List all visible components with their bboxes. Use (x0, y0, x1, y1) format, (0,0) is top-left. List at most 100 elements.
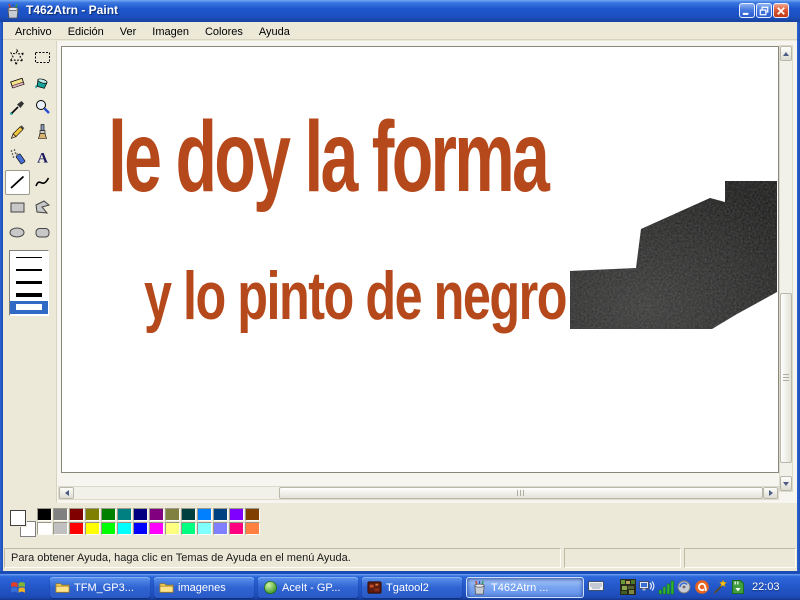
tool-airbrush-button[interactable] (5, 145, 30, 170)
display-signal-tray-icon[interactable] (639, 579, 655, 595)
tool-pick-color-button[interactable] (5, 95, 30, 120)
tool-text-button[interactable]: A (30, 145, 55, 170)
tool-brush-button[interactable] (30, 120, 55, 145)
palette-color-swatch[interactable] (149, 522, 164, 535)
menu-colores[interactable]: Colores (197, 23, 251, 40)
palette-color-swatch[interactable] (133, 522, 148, 535)
palette-color-swatch[interactable] (117, 508, 132, 521)
red-app-icon (367, 580, 382, 595)
menu-imagen[interactable]: Imagen (144, 23, 197, 40)
folder-icon (159, 580, 174, 595)
vertical-scrollbar[interactable] (779, 45, 793, 492)
line-width-option-1[interactable] (10, 251, 48, 264)
tool-free-form-select-button[interactable] (5, 45, 30, 70)
palette-color-swatch[interactable] (213, 522, 228, 535)
volume-tray-icon[interactable] (676, 579, 692, 595)
canvas-text-line-1: le doy la forma (108, 107, 547, 207)
menu-bar: ArchivoEdiciónVerImagenColoresAyuda (3, 22, 797, 40)
palette-color-swatch[interactable] (53, 508, 68, 521)
task-label: T462Atrn ... (491, 582, 548, 594)
tool-select-button[interactable] (30, 45, 55, 70)
pixel-art-tray-icon[interactable] (620, 579, 636, 595)
line-width-option-4[interactable] (10, 289, 48, 302)
magic-wand-tray-icon[interactable] (712, 579, 728, 595)
tool-fill-with-color-button[interactable] (30, 70, 55, 95)
scroll-down-button[interactable] (780, 476, 792, 491)
tool-grid: A (3, 41, 56, 245)
task-label: Tgatool2 (386, 582, 429, 594)
scroll-left-button[interactable] (59, 487, 74, 499)
palette-color-swatch[interactable] (69, 522, 84, 535)
palette-color-swatch[interactable] (69, 508, 84, 521)
tool-curve-button[interactable] (30, 170, 55, 195)
palette-color-swatch[interactable] (181, 508, 196, 521)
canvas-text-line-2: y lo pinto de negro (144, 262, 566, 330)
line-width-option-3[interactable] (10, 276, 48, 289)
molding-shape-texture (570, 181, 777, 329)
scroll-up-button[interactable] (780, 46, 792, 61)
tool-line-button[interactable] (5, 170, 30, 195)
scroll-right-button[interactable] (763, 487, 778, 499)
palette-color-swatch[interactable] (149, 508, 164, 521)
palette-color-swatch[interactable] (245, 508, 260, 521)
tool-rounded-rectangle-button[interactable] (30, 220, 55, 245)
horizontal-scroll-thumb[interactable] (279, 487, 763, 499)
folder-icon (55, 580, 70, 595)
horizontal-scrollbar[interactable] (58, 486, 779, 500)
signal-bars-tray-icon[interactable] (658, 579, 674, 595)
status-help-text: Para obtener Ayuda, haga clic en Temas d… (4, 548, 561, 568)
palette-color-swatch[interactable] (197, 508, 212, 521)
tool-pencil-button[interactable] (5, 120, 30, 145)
taskbar-task-aceit-gp[interactable]: AceIt - GP... (258, 577, 358, 598)
palette-color-swatch[interactable] (165, 508, 180, 521)
tool-rectangle-button[interactable] (5, 195, 30, 220)
window-title: T462Atrn - Paint (26, 3, 118, 17)
taskbar-task-tgatool2[interactable]: Tgatool2 (362, 577, 462, 598)
menu-edicion[interactable]: Edición (60, 23, 112, 40)
current-colors-indicator[interactable] (6, 506, 38, 540)
paint-icon (472, 580, 487, 595)
palette-color-swatch[interactable] (101, 522, 116, 535)
palette-color-swatch[interactable] (181, 522, 196, 535)
drawing-canvas[interactable]: le doy la forma y lo pinto de negro (61, 46, 779, 473)
tool-eraser-button[interactable] (5, 70, 30, 95)
palette-color-swatch[interactable] (101, 508, 116, 521)
tool-magnifier-button[interactable] (30, 95, 55, 120)
canvas-view: le doy la forma y lo pinto de negro (57, 41, 797, 503)
palette-color-swatch[interactable] (85, 508, 100, 521)
palette-color-swatch[interactable] (165, 522, 180, 535)
title-bar: T462Atrn - Paint (0, 0, 800, 22)
palette-color-swatch[interactable] (229, 508, 244, 521)
start-button[interactable] (9, 578, 27, 596)
line-width-option-2[interactable] (10, 264, 48, 277)
menu-ver[interactable]: Ver (112, 23, 145, 40)
vertical-scroll-thumb[interactable] (780, 293, 792, 463)
close-button[interactable] (773, 3, 789, 18)
palette-color-swatch[interactable] (37, 522, 52, 535)
taskbar-task-t462atrn[interactable]: T462Atrn ... (466, 577, 584, 598)
orange-app-tray-icon[interactable] (694, 579, 710, 595)
task-label: imagenes (178, 582, 226, 594)
palette-color-swatch[interactable] (245, 522, 260, 535)
palette-color-swatch[interactable] (229, 522, 244, 535)
taskbar-task-tfm-gp3[interactable]: TFM_GP3... (50, 577, 150, 598)
paint-app-icon (5, 3, 21, 19)
taskbar-task-imagenes[interactable]: imagenes (154, 577, 254, 598)
memory-card-tray-icon[interactable] (730, 579, 746, 595)
paint-window: T462Atrn - Paint ArchivoEdiciónVerImagen… (0, 0, 800, 574)
menu-ayuda[interactable]: Ayuda (251, 23, 298, 40)
tool-polygon-button[interactable] (30, 195, 55, 220)
palette-color-swatch[interactable] (133, 508, 148, 521)
palette-color-swatch[interactable] (197, 522, 212, 535)
palette-color-swatch[interactable] (53, 522, 68, 535)
line-width-option-5[interactable] (10, 301, 48, 314)
palette-color-swatch[interactable] (85, 522, 100, 535)
restore-button[interactable] (756, 3, 772, 18)
palette-color-swatch[interactable] (117, 522, 132, 535)
tool-ellipse-button[interactable] (5, 220, 30, 245)
keyboard-layout-icon[interactable] (588, 580, 604, 592)
menu-archivo[interactable]: Archivo (7, 23, 60, 40)
palette-color-swatch[interactable] (213, 508, 228, 521)
minimize-button[interactable] (739, 3, 755, 18)
palette-color-swatch[interactable] (37, 508, 52, 521)
